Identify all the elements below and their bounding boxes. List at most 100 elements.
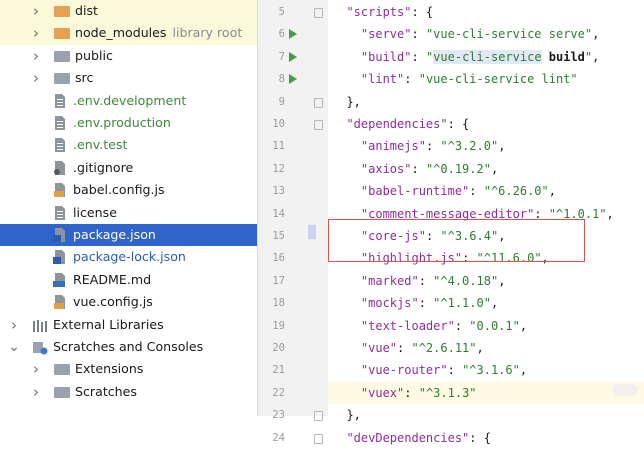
code-line[interactable]: "mockjs": "^1.1.0", (328, 292, 644, 314)
fold-marker-icon[interactable] (314, 120, 323, 130)
tree-item-name: package.json (73, 227, 156, 242)
code-line[interactable]: "dependencies": { (328, 113, 644, 135)
code-token: , (490, 296, 499, 311)
folder-icon (54, 6, 70, 17)
chevron-right-icon[interactable]: › (30, 45, 42, 67)
tree-item[interactable]: › Scratches (0, 381, 257, 403)
code-line[interactable]: "serve": "vue-cli-service serve", (328, 23, 644, 45)
code-token: "^0.19.2" (425, 161, 491, 176)
code-token: , (490, 161, 499, 176)
tree-item[interactable]: .env.development (0, 90, 257, 112)
line-number: 10 (272, 118, 285, 130)
code-token: "animejs" (360, 139, 426, 154)
tree-item[interactable]: babel.config.js (0, 179, 257, 201)
code-line[interactable]: "text-loader": "0.0.1", (328, 315, 644, 337)
run-script-icon[interactable] (289, 74, 297, 85)
code-line[interactable]: "devDependencies": { (328, 427, 644, 449)
tree-item-name: README.md (73, 271, 152, 287)
code-token: "serve" (360, 27, 412, 42)
tree-item-label: Scratches and Consoles (53, 336, 203, 358)
run-script-icon[interactable] (289, 51, 297, 62)
code-token: , (592, 27, 600, 42)
tree-item[interactable]: › public (0, 45, 257, 67)
text-file-icon (52, 93, 68, 108)
tree-item[interactable]: license (0, 202, 257, 224)
fold-marker-icon[interactable] (314, 8, 323, 18)
text-file-icon (52, 115, 68, 130)
code-token: : { (469, 430, 491, 445)
tree-item[interactable]: › External Libraries (0, 314, 257, 336)
code-token: "mockjs" (360, 296, 419, 311)
tree-item[interactable]: package.json (0, 224, 257, 247)
code-editor[interactable]: "scripts": { "serve": "vue-cli-service s… (328, 0, 644, 445)
chevron-right-icon[interactable]: › (30, 358, 42, 380)
code-line[interactable]: "axios": "^0.19.2", (328, 158, 644, 180)
run-script-icon[interactable] (289, 29, 297, 40)
line-number: 6 (278, 28, 285, 41)
code-token: "lint" (360, 72, 405, 87)
chevron-right-icon[interactable]: › (30, 0, 42, 22)
chevron-right-icon[interactable]: › (8, 314, 20, 336)
folder-icon (54, 73, 70, 85)
editor-gutter: 5 6 7 8 9 10 11 12 13 14 15 16 17 18 19 20 21 22 23 24 (257, 0, 329, 444)
code-line[interactable]: "vue-router": "^3.1.6", (328, 359, 644, 381)
line-number: 12 (272, 162, 285, 175)
chevron-right-icon[interactable]: › (30, 22, 42, 44)
code-line[interactable]: "lint": "vue-cli-service lint" (328, 68, 644, 90)
chevron-right-icon[interactable]: › (30, 381, 42, 403)
tree-item[interactable]: .env.production (0, 112, 257, 134)
tree-item[interactable]: vue.config.js (0, 291, 257, 313)
code-line[interactable]: "animejs": "^3.2.0", (328, 135, 644, 157)
tree-item-label: package-lock.json (73, 246, 186, 268)
code-token: "0.0.1" (469, 318, 520, 333)
tree-item[interactable]: › dist (0, 0, 257, 23)
markdown-file-icon (52, 272, 68, 287)
code-line[interactable]: "marked": "^4.0.18", (328, 270, 644, 292)
fold-marker-icon[interactable] (314, 97, 323, 108)
code-line[interactable]: "vuex": "^3.1.3" (328, 381, 644, 405)
code-token: "^3.1.6" (462, 363, 520, 378)
folder-icon (54, 386, 70, 398)
tree-item[interactable]: › src (0, 67, 257, 89)
code-line[interactable]: "vue": "^2.6.11", (328, 337, 644, 359)
tree-item[interactable]: ⌄ Scratches and Consoles (0, 336, 257, 358)
tree-item-name: babel.config.js (73, 182, 165, 198)
text-file-icon (52, 137, 68, 153)
tree-item[interactable]: .gitignore (0, 157, 257, 179)
chevron-right-icon[interactable]: › (30, 67, 42, 89)
tree-item-name: dist (75, 3, 98, 18)
tree-item[interactable]: › Extensions (0, 358, 257, 380)
tree-item-label: license (73, 202, 117, 224)
watermark (612, 384, 638, 396)
code-token: , (592, 49, 600, 64)
code-line[interactable]: "build": "vue-cli-service build", (328, 46, 644, 68)
line-number: 5 (278, 6, 285, 18)
tree-item-label: node_modules library root (75, 22, 242, 44)
tree-item-name: .env.development (73, 92, 187, 108)
libraries-icon (32, 318, 48, 332)
tree-item[interactable]: package-lock.json (0, 246, 257, 268)
tree-item-name: vue.config.js (73, 294, 153, 310)
js-file-icon (52, 294, 68, 310)
code-token: , (519, 318, 528, 333)
fold-marker-icon[interactable] (314, 433, 323, 444)
tree-item-label: Scratches (75, 381, 137, 403)
tree-item-name: license (73, 204, 117, 220)
code-line[interactable]: "babel-runtime": "^6.26.0", (328, 180, 644, 202)
tree-item[interactable]: .env.test (0, 134, 257, 156)
chevron-down-icon[interactable]: ⌄ (8, 336, 20, 358)
fold-marker-icon[interactable] (314, 411, 323, 422)
code-line[interactable]: }, (328, 91, 644, 113)
code-line[interactable]: "scripts": { (328, 1, 644, 23)
tree-item-label: .env.production (73, 112, 171, 134)
tree-item[interactable]: README.md (0, 269, 257, 291)
tree-item-label: .env.development (73, 90, 186, 112)
tree-item[interactable]: › node_modules library root (0, 22, 257, 45)
js-file-icon (52, 182, 68, 198)
tree-item-name: package-lock.json (73, 249, 186, 265)
line-number: 13 (272, 185, 285, 198)
code-line[interactable]: }, (328, 404, 644, 426)
folder-icon (54, 28, 70, 40)
